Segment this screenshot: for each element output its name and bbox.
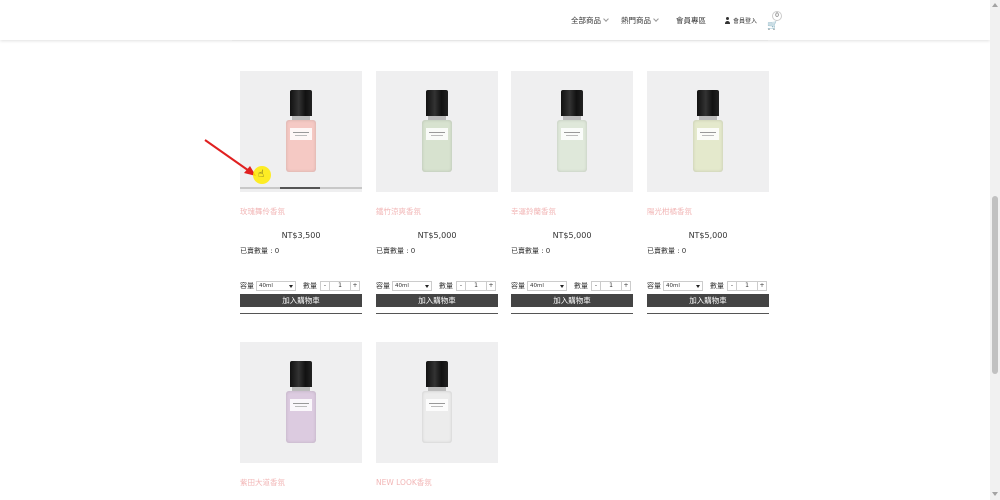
- annotation-arrow: [204, 139, 256, 176]
- scroll-down-arrow[interactable]: [992, 492, 998, 496]
- page-scrollbar[interactable]: [990, 0, 1000, 500]
- hand-cursor-icon: ☝: [258, 169, 265, 180]
- scroll-up-arrow[interactable]: [992, 3, 998, 7]
- scroll-thumb[interactable]: [992, 196, 998, 374]
